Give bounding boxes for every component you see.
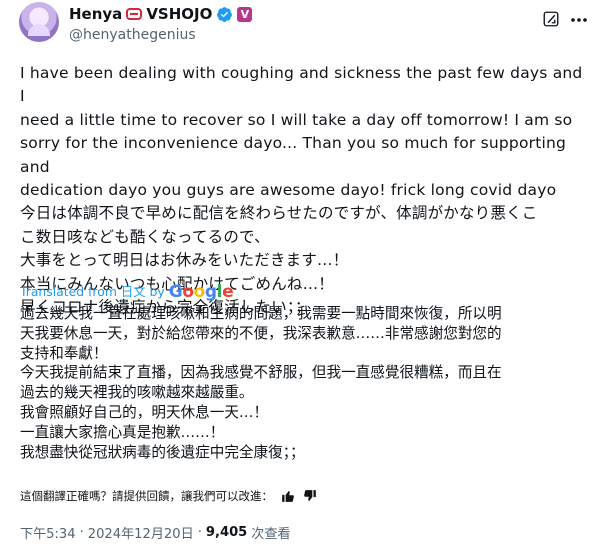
display-name[interactable]: Henya: [69, 5, 122, 23]
tweet-text: I have been dealing with coughing and si…: [20, 64, 583, 317]
tweet-date[interactable]: 2024年12月20日: [88, 523, 194, 542]
google-logo: Google: [168, 282, 234, 302]
translated-from-label: Translated from 日文 by: [20, 284, 165, 299]
views-label: 次查看: [251, 527, 291, 542]
meta-separator-2: ·: [197, 525, 202, 540]
tweet-header: Henya VSHOJO V @henyathegenius: [19, 2, 588, 48]
grok-icon[interactable]: [542, 10, 560, 28]
views-count: 9,405: [205, 525, 248, 540]
name-emoji-icon: [126, 8, 143, 20]
verified-badge-icon[interactable]: [216, 6, 233, 23]
display-name-suffix[interactable]: VSHOJO: [146, 5, 212, 23]
avatar[interactable]: [19, 2, 59, 42]
meta-separator: ·: [79, 525, 84, 540]
author-name-row[interactable]: Henya VSHOJO V: [69, 5, 253, 23]
more-icon[interactable]: [570, 17, 588, 23]
tweet-time[interactable]: 下午5:34: [20, 523, 76, 542]
translated-text: 過去幾天我一直在處理咳嗽和生病的問題，我需要一點時間來恢復，所以明 天我要休息一…: [20, 305, 502, 461]
tweet-meta: 下午5:34 · 2024年12月20日 · 9,405 次查看: [20, 523, 291, 542]
author-handle[interactable]: @henyathegenius: [69, 26, 196, 44]
feedback-prompt: 這個翻譯正確嗎？請提供回饋，讓我們可以改進：: [20, 489, 273, 503]
translation-feedback: 這個翻譯正確嗎？請提供回饋，讓我們可以改進：: [20, 488, 317, 504]
translation-attribution: Translated from 日文 by Google: [20, 282, 234, 302]
tweet: Henya VSHOJO V @henyathegenius I have be…: [0, 0, 600, 554]
thumbs-down-icon[interactable]: [303, 489, 317, 503]
thumbs-up-icon[interactable]: [281, 489, 295, 503]
affiliation-badge[interactable]: V: [237, 6, 253, 22]
